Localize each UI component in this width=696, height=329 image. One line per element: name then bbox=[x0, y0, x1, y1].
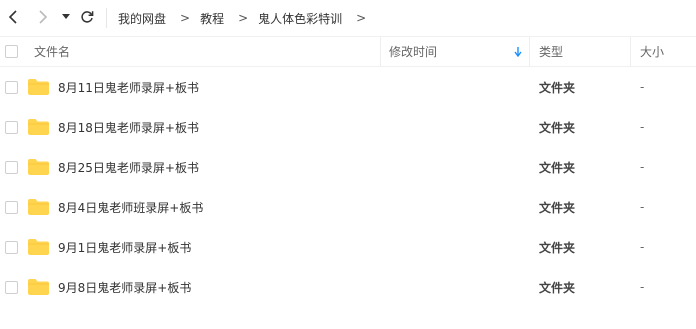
folder-icon bbox=[28, 199, 49, 215]
row-checkbox[interactable] bbox=[5, 241, 18, 254]
chevron-left-icon bbox=[8, 10, 17, 24]
table-row[interactable]: 9月8日鬼老师录屏+板书 文件夹 - bbox=[0, 267, 696, 307]
file-name[interactable]: 9月1日鬼老师录屏+板书 bbox=[58, 227, 191, 267]
breadcrumb-separator: > bbox=[238, 11, 249, 25]
file-size: - bbox=[640, 280, 645, 294]
sort-indicator[interactable] bbox=[514, 37, 522, 66]
forward-button[interactable] bbox=[34, 6, 52, 28]
column-divider bbox=[529, 37, 530, 66]
file-type: 文件夹 bbox=[539, 120, 576, 135]
table-row[interactable]: 9月1日鬼老师录屏+板书 文件夹 - bbox=[0, 227, 696, 267]
refresh-icon bbox=[81, 11, 94, 23]
breadcrumb-item-root[interactable]: 我的网盘 bbox=[118, 10, 166, 27]
row-checkbox[interactable] bbox=[5, 201, 18, 214]
breadcrumb: 我的网盘 > 教程 > 鬼人体色彩特训 > bbox=[118, 0, 376, 36]
row-checkbox[interactable] bbox=[5, 121, 18, 134]
row-checkbox[interactable] bbox=[5, 161, 18, 174]
folder-icon bbox=[28, 239, 49, 255]
file-type: 文件夹 bbox=[539, 240, 576, 255]
column-divider bbox=[380, 37, 381, 66]
file-type: 文件夹 bbox=[539, 80, 576, 95]
table-row[interactable]: 8月11日鬼老师录屏+板书 文件夹 - bbox=[0, 67, 696, 107]
file-size: - bbox=[640, 80, 645, 94]
column-header-type[interactable]: 类型 bbox=[539, 37, 563, 66]
row-checkbox[interactable] bbox=[5, 81, 18, 94]
nav-divider bbox=[106, 8, 107, 28]
folder-icon bbox=[28, 119, 49, 135]
table-row[interactable]: 8月4日鬼老师班录屏+板书 文件夹 - bbox=[0, 187, 696, 227]
file-type: 文件夹 bbox=[539, 160, 576, 175]
column-header-size[interactable]: 大小 bbox=[640, 37, 664, 66]
file-size: - bbox=[640, 240, 645, 254]
column-divider bbox=[630, 37, 631, 66]
file-name[interactable]: 9月8日鬼老师录屏+板书 bbox=[58, 267, 191, 307]
file-size: - bbox=[640, 120, 645, 134]
folder-icon bbox=[28, 159, 49, 175]
column-header-name[interactable]: 文件名 bbox=[34, 37, 70, 66]
refresh-button[interactable] bbox=[78, 6, 96, 28]
history-dropdown-button[interactable] bbox=[60, 6, 72, 28]
folder-icon bbox=[28, 79, 49, 95]
breadcrumb-item-tutorial[interactable]: 教程 bbox=[200, 10, 224, 27]
file-type: 文件夹 bbox=[539, 280, 576, 295]
select-all-checkbox[interactable] bbox=[5, 45, 18, 58]
navigation-bar: 我的网盘 > 教程 > 鬼人体色彩特训 > bbox=[0, 0, 696, 36]
file-name[interactable]: 8月18日鬼老师录屏+板书 bbox=[58, 107, 199, 147]
row-checkbox[interactable] bbox=[5, 281, 18, 294]
column-header-modified[interactable]: 修改时间 bbox=[389, 37, 437, 66]
breadcrumb-item-current[interactable]: 鬼人体色彩特训 bbox=[258, 10, 342, 27]
arrow-down-icon bbox=[514, 46, 522, 57]
file-name[interactable]: 8月25日鬼老师录屏+板书 bbox=[58, 147, 199, 187]
file-size: - bbox=[640, 160, 645, 174]
file-size: - bbox=[640, 200, 645, 214]
table-row[interactable]: 8月18日鬼老师录屏+板书 文件夹 - bbox=[0, 107, 696, 147]
table-row[interactable]: 8月25日鬼老师录屏+板书 文件夹 - bbox=[0, 147, 696, 187]
chevron-right-icon bbox=[39, 10, 48, 24]
folder-icon bbox=[28, 279, 49, 295]
caret-down-icon bbox=[62, 14, 70, 19]
file-name[interactable]: 8月4日鬼老师班录屏+板书 bbox=[58, 187, 203, 227]
file-name[interactable]: 8月11日鬼老师录屏+板书 bbox=[58, 67, 199, 107]
table-header: 文件名 修改时间 类型 大小 bbox=[0, 36, 696, 67]
file-type: 文件夹 bbox=[539, 200, 576, 215]
breadcrumb-separator: > bbox=[180, 11, 191, 25]
back-button[interactable] bbox=[4, 6, 22, 28]
breadcrumb-separator: > bbox=[356, 11, 367, 25]
